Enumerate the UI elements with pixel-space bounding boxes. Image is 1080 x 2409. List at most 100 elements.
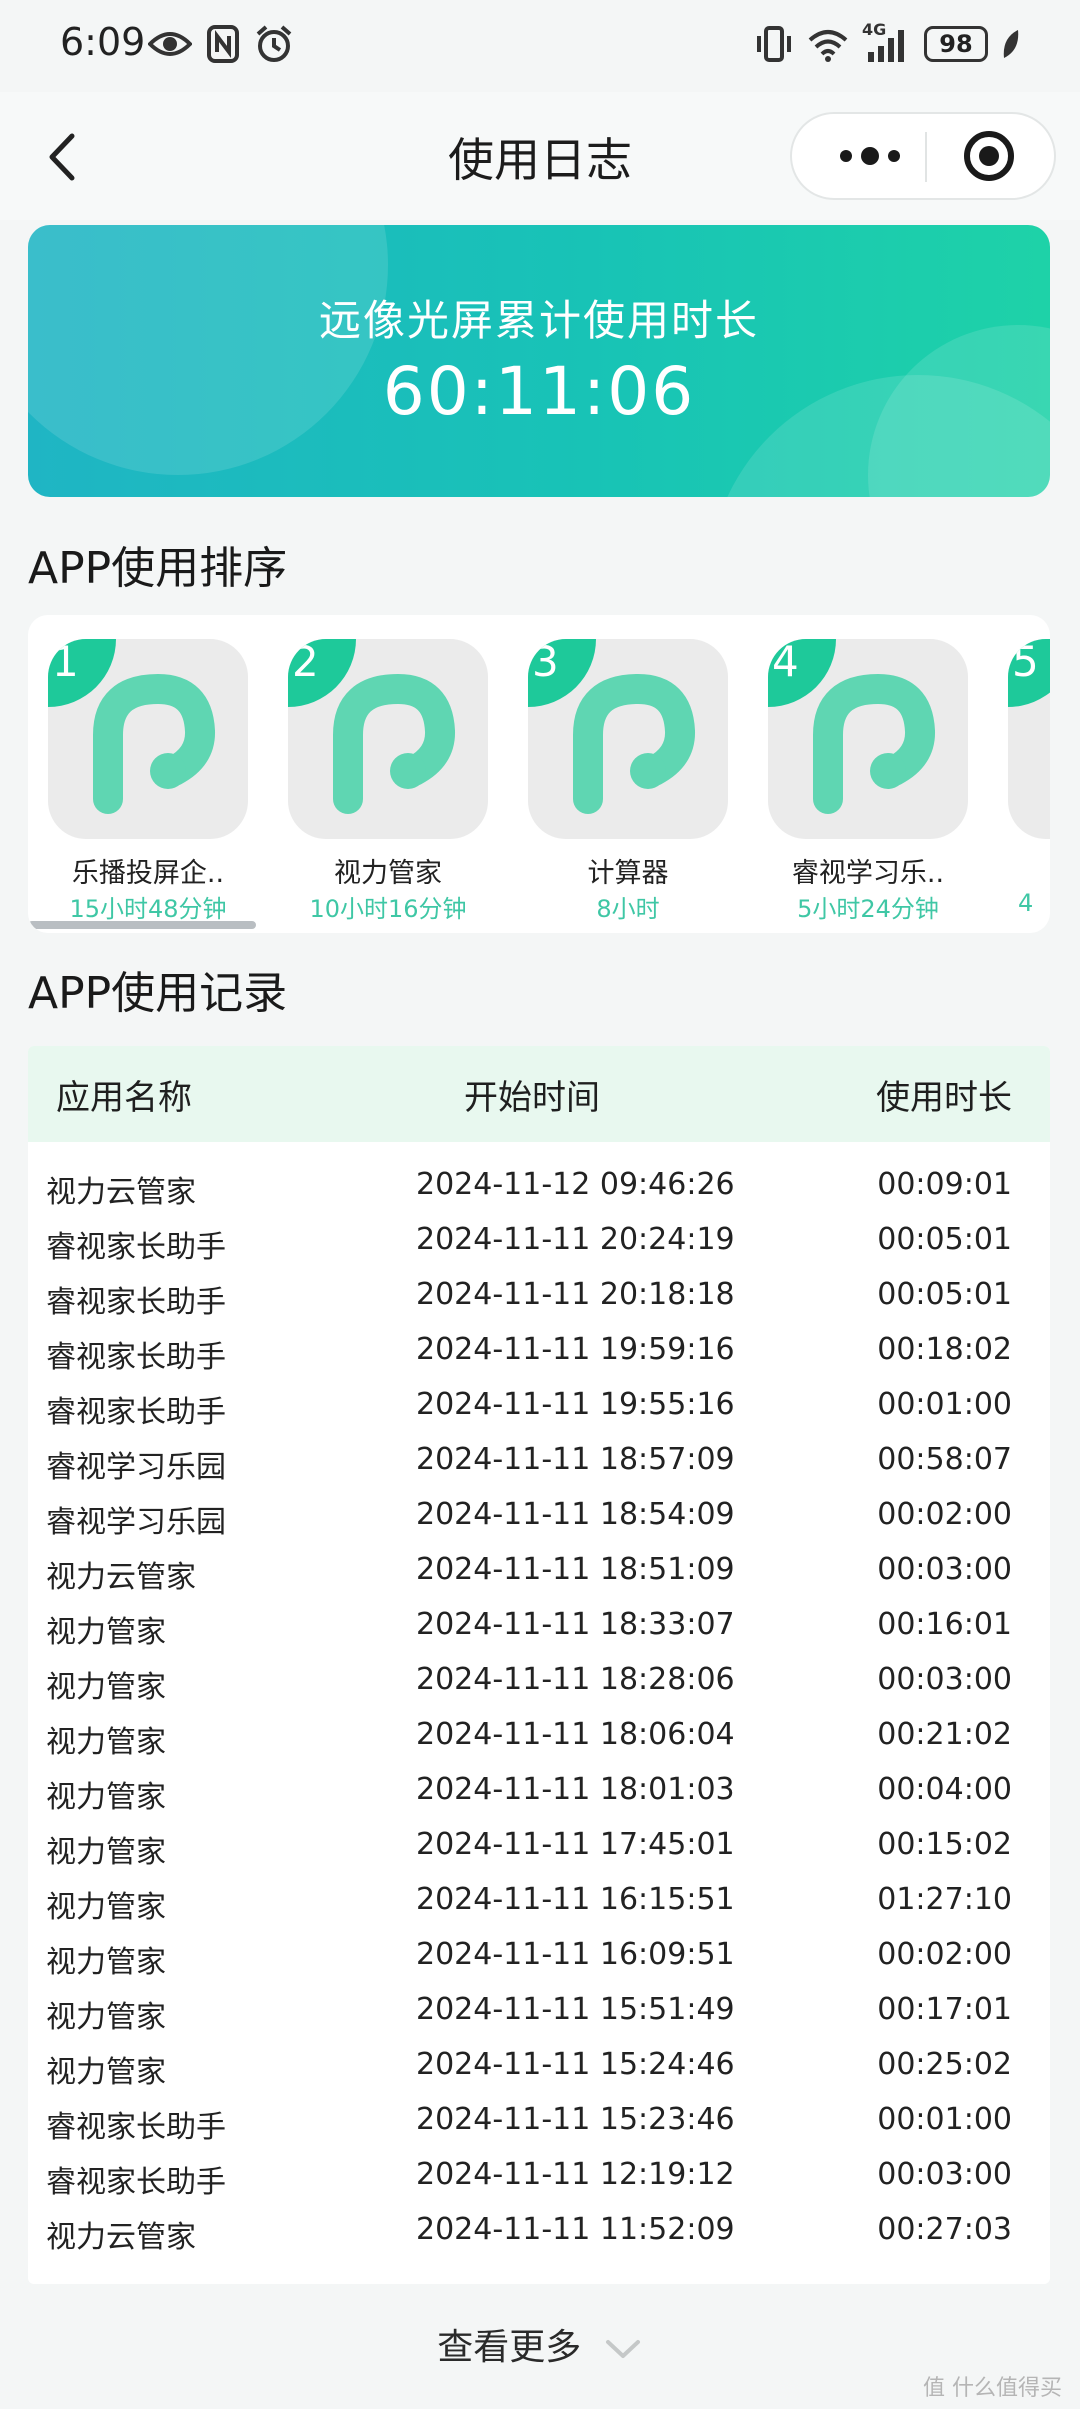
row-app-name: 视力管家: [46, 1670, 166, 1705]
row-app-name: 视力云管家: [46, 2220, 196, 2255]
banner-label: 远像光屏累计使用时长: [318, 296, 759, 345]
close-mini-program-button[interactable]: [946, 124, 1032, 188]
row-app-name: 视力云管家: [46, 1175, 196, 1210]
chevron-down-icon: [605, 2340, 640, 2358]
row-app-name: 睿视家长助手: [46, 1230, 226, 1265]
ranking-section-title: APP使用排序: [28, 543, 288, 594]
eye-icon: [148, 32, 192, 56]
row-duration: 00:16:01: [877, 1607, 1012, 1642]
total-usage-banner: 远像光屏累计使用时长 60:11:06: [28, 225, 1050, 497]
status-right-icons: 4G 98: [754, 20, 1022, 64]
table-row: 睿视家长助手 2024-11-11 15:23:46 00:01:00: [28, 2098, 1050, 2153]
row-app-name: 视力管家: [46, 1725, 166, 1760]
status-bar: 6:09 4G 98: [0, 0, 1080, 92]
row-start-time: 2024-11-12 09:46:26: [416, 1167, 735, 1202]
wifi-icon: [808, 30, 848, 62]
row-duration: 01:27:10: [877, 1882, 1012, 1917]
row-duration: 00:18:02: [877, 1332, 1012, 1367]
row-app-name: 睿视学习乐园: [46, 1450, 226, 1485]
table-row: 视力云管家 2024-11-11 11:52:09 00:27:03: [28, 2208, 1050, 2263]
ranking-item[interactable]: 4 睿视学习乐.. 5小时24分钟: [768, 639, 968, 929]
row-duration: 00:02:00: [877, 1497, 1012, 1532]
row-start-time: 2024-11-11 16:15:51: [416, 1882, 735, 1917]
banner-decoration: [28, 225, 388, 475]
row-start-time: 2024-11-11 16:09:51: [416, 1937, 735, 1972]
alarm-icon: [256, 25, 292, 62]
rank-number: 5: [1012, 639, 1039, 686]
row-app-name: 视力管家: [46, 1780, 166, 1815]
row-start-time: 2024-11-11 12:19:12: [416, 2157, 735, 2192]
row-app-name: 视力管家: [46, 1890, 166, 1925]
row-app-name: 睿视家长助手: [46, 2165, 226, 2200]
table-row: 视力管家 2024-11-11 15:51:49 00:17:01: [28, 1988, 1050, 2043]
ranking-app-time: 10小时16分钟: [309, 895, 467, 923]
row-start-time: 2024-11-11 18:57:09: [416, 1442, 735, 1477]
ranking-app-name: 睿视学习乐..: [791, 858, 945, 889]
row-duration: 00:21:02: [877, 1717, 1012, 1752]
row-app-name: 睿视学习乐园: [46, 1505, 226, 1540]
ranking-item[interactable]: 5 4: [1008, 639, 1050, 929]
app-icon: 2: [288, 639, 488, 839]
rank-number: 1: [52, 639, 79, 686]
ranking-app-time: 15小时48分钟: [69, 895, 227, 923]
ranking-app-time: 4: [1018, 889, 1034, 917]
rank-number: 2: [292, 639, 319, 686]
table-row: 视力管家 2024-11-11 18:33:07 00:16:01: [28, 1603, 1050, 1658]
app-icon: 5: [1008, 639, 1050, 839]
row-start-time: 2024-11-11 11:52:09: [416, 2212, 735, 2247]
column-header-start-time: 开始时间: [464, 1078, 600, 1118]
row-app-name: 视力管家: [46, 1615, 166, 1650]
app-icon: 1: [48, 639, 248, 839]
table-row: 睿视家长助手 2024-11-11 19:55:16 00:01:00: [28, 1383, 1050, 1438]
rank-number: 3: [532, 639, 559, 686]
row-duration: 00:17:01: [877, 1992, 1012, 2027]
row-start-time: 2024-11-11 15:51:49: [416, 1992, 735, 2027]
row-duration: 00:27:03: [877, 2212, 1012, 2247]
row-start-time: 2024-11-11 18:54:09: [416, 1497, 735, 1532]
row-start-time: 2024-11-11 19:59:16: [416, 1332, 735, 1367]
column-header-duration: 使用时长: [876, 1078, 1012, 1118]
view-more-label: 查看更多: [437, 2327, 582, 2368]
table-row: 视力管家 2024-11-11 16:09:51 00:02:00: [28, 1933, 1050, 1988]
ranking-app-time: 5小时24分钟: [797, 895, 939, 923]
rank-number: 4: [772, 639, 799, 686]
more-button[interactable]: [814, 124, 924, 188]
row-duration: 00:58:07: [877, 1442, 1012, 1477]
watermark: 值 什么值得买: [923, 2376, 1062, 2401]
row-app-name: 睿视家长助手: [46, 1395, 226, 1430]
table-row: 视力云管家 2024-11-12 09:46:26 00:09:01: [28, 1163, 1050, 1218]
ranking-item[interactable]: 1 乐播投屏企.. 15小时48分钟: [48, 639, 248, 929]
row-duration: 00:02:00: [877, 1937, 1012, 1972]
ranking-item[interactable]: 3 计算器 8小时: [528, 639, 728, 929]
table-row: 视力管家 2024-11-11 15:24:46 00:25:02: [28, 2043, 1050, 2098]
row-start-time: 2024-11-11 19:55:16: [416, 1387, 735, 1422]
table-row: 视力管家 2024-11-11 18:01:03 00:04:00: [28, 1768, 1050, 1823]
row-start-time: 2024-11-11 15:24:46: [416, 2047, 735, 2082]
ranking-item[interactable]: 2 视力管家 10小时16分钟: [288, 639, 488, 929]
row-start-time: 2024-11-11 20:18:18: [416, 1277, 735, 1312]
table-header: 应用名称 开始时间 使用时长: [28, 1046, 1050, 1142]
column-header-app-name: 应用名称: [56, 1078, 192, 1118]
leaf-icon: [1003, 30, 1019, 58]
table-row: 视力管家 2024-11-11 18:28:06 00:03:00: [28, 1658, 1050, 1713]
table-row: 睿视家长助手 2024-11-11 20:24:19 00:05:01: [28, 1218, 1050, 1273]
row-start-time: 2024-11-11 18:28:06: [416, 1662, 735, 1697]
row-duration: 00:05:01: [877, 1222, 1012, 1257]
target-icon: [964, 131, 1014, 181]
view-more-button[interactable]: 查看更多: [0, 2318, 1080, 2370]
row-duration: 00:01:00: [877, 1387, 1012, 1422]
row-duration: 00:03:00: [877, 1662, 1012, 1697]
row-start-time: 2024-11-11 18:33:07: [416, 1607, 735, 1642]
table-row: 睿视家长助手 2024-11-11 20:18:18 00:05:01: [28, 1273, 1050, 1328]
app-icon: 4: [768, 639, 968, 839]
ranking-app-name: 计算器: [587, 858, 669, 889]
row-app-name: 视力云管家: [46, 1560, 196, 1595]
table-row: 睿视学习乐园 2024-11-11 18:57:09 00:58:07: [28, 1438, 1050, 1493]
row-start-time: 2024-11-11 15:23:46: [416, 2102, 735, 2137]
table-row: 睿视家长助手 2024-11-11 19:59:16 00:18:02: [28, 1328, 1050, 1383]
row-duration: 00:05:01: [877, 1277, 1012, 1312]
table-row: 视力管家 2024-11-11 18:06:04 00:21:02: [28, 1713, 1050, 1768]
row-app-name: 视力管家: [46, 1945, 166, 1980]
app-ranking-carousel[interactable]: 1 乐播投屏企.. 15小时48分钟 2 视力管家 10小时16分钟 3 计算器…: [28, 615, 1050, 933]
mini-program-capsule: [790, 112, 1056, 200]
